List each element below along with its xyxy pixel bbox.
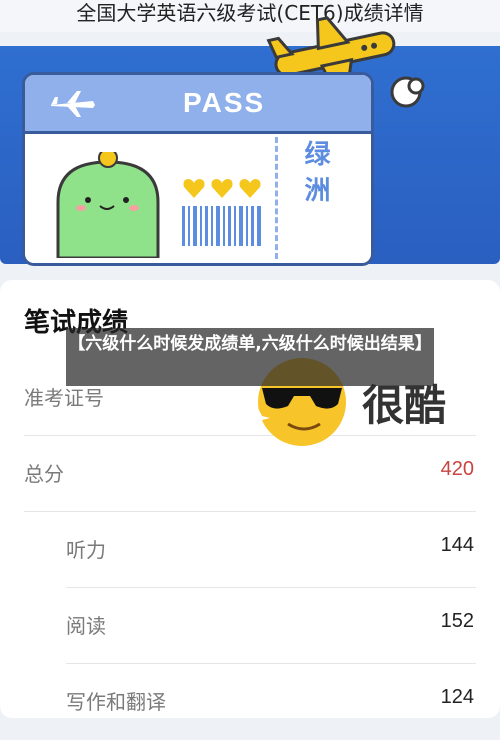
- small-plane-icon: [51, 91, 95, 117]
- row-label: 准考证号: [24, 386, 104, 410]
- row-label: 总分: [24, 462, 64, 486]
- row-label: 阅读: [66, 614, 106, 638]
- row-label: 写作和翻译: [66, 690, 166, 714]
- row-value: 144: [440, 534, 474, 556]
- row-label: 听力: [66, 538, 106, 562]
- ticket-perforation: [275, 137, 278, 259]
- total-score-value: 420: [440, 458, 474, 480]
- cactus-icon: [56, 152, 160, 258]
- score-row-reading: 阅读 152: [0, 588, 500, 664]
- score-row-total: 总分 420: [0, 436, 500, 512]
- cloud-icon: [390, 76, 425, 108]
- caption-overlay: 【六级什么时候发成绩单,六级什么时候出结果】: [66, 328, 434, 386]
- ticket-stub-text: 绿洲: [300, 140, 330, 212]
- page-title: 全国大学英语六级考试(CET6)成绩详情: [0, 0, 500, 32]
- barcode-icon: [182, 206, 261, 246]
- ticket-header: PASS: [25, 75, 371, 134]
- row-value: 124: [440, 686, 474, 708]
- row-value: 152: [440, 610, 474, 632]
- score-row-writing: 写作和翻译 124: [0, 664, 500, 740]
- hearts-icon: [183, 179, 261, 198]
- pass-label: PASS: [183, 87, 266, 118]
- score-row-listening: 听力 144: [0, 512, 500, 588]
